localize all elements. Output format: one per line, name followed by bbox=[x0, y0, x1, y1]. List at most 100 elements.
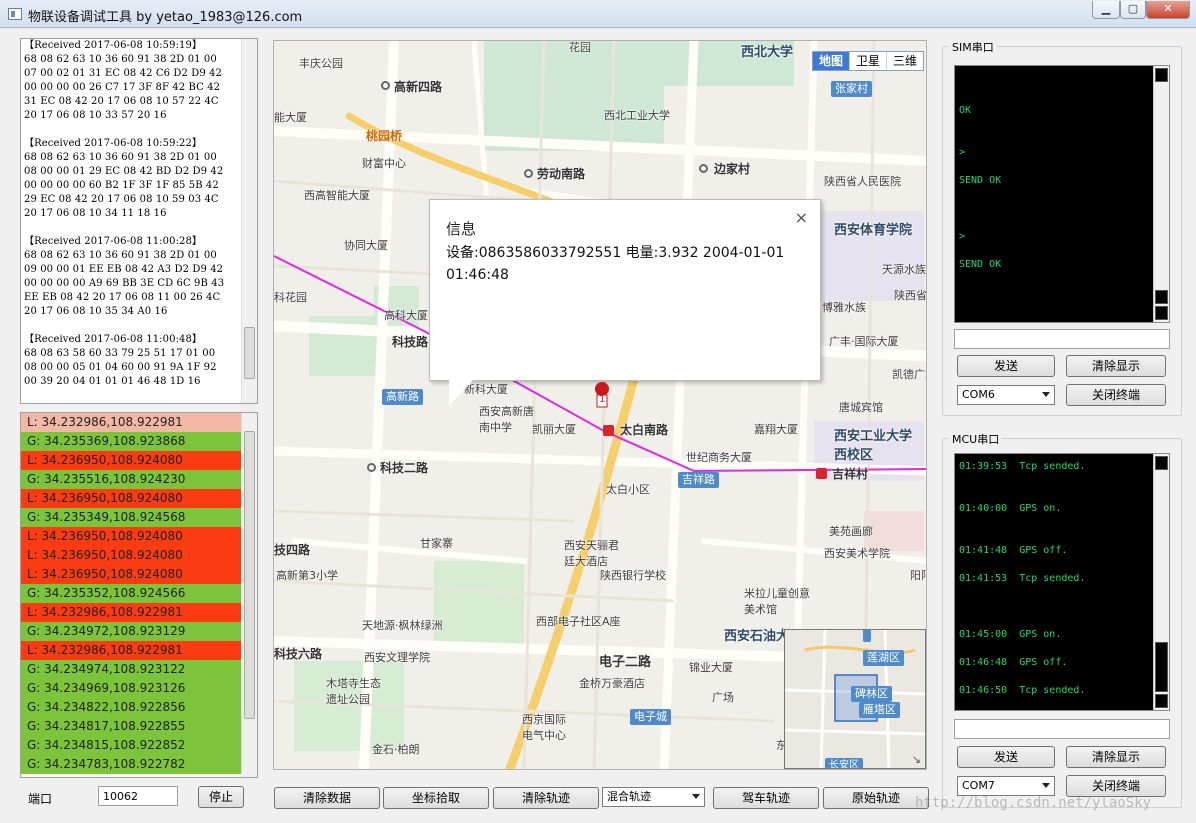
received-log-content: 【Received 2017-06-08 10:59:19】 68 08 62 6… bbox=[24, 39, 242, 403]
metro-station-icon bbox=[603, 425, 614, 436]
port-input[interactable] bbox=[98, 786, 178, 806]
coordinate-list[interactable]: L: 34.232986,108.922981 G: 34.235369,108.… bbox=[20, 412, 258, 778]
chevron-down-icon bbox=[1042, 392, 1050, 397]
log-entry-line: 20 17 06 08 10 33 57 20 16 bbox=[24, 110, 167, 121]
map-label: 张家村 bbox=[831, 81, 872, 97]
map-label: 西北大学 bbox=[741, 45, 794, 60]
mcu-serial-title: MCU串口 bbox=[949, 431, 1003, 447]
coordinate-row[interactable]: L: 34.236950,108.924080 bbox=[21, 451, 241, 470]
coordinate-row[interactable]: G: 34.234815,108.922852 bbox=[21, 736, 241, 755]
sim-terminal-scrollbar[interactable] bbox=[1153, 66, 1169, 322]
log-entry-line: 29 EC 08 42 20 17 06 08 10 59 03 4C bbox=[24, 194, 219, 205]
coordinate-row[interactable]: G: 34.235516,108.924230 bbox=[21, 470, 241, 489]
mcu-clear-button[interactable]: 清除显示 bbox=[1066, 746, 1166, 768]
received-log[interactable]: 【Received 2017-06-08 10:59:19】 68 08 62 6… bbox=[20, 38, 258, 404]
coordinate-row[interactable]: L: 34.236950,108.924080 bbox=[21, 546, 241, 565]
terminal-line: 01:41:53 Tcp sended. bbox=[959, 573, 1086, 584]
coordinate-row[interactable]: G: 34.234974,108.923122 bbox=[21, 660, 241, 679]
minimap-label: 雁塔区 bbox=[859, 702, 900, 718]
mcu-terminal-scrollbar[interactable] bbox=[1153, 454, 1169, 710]
coordinate-row[interactable]: G: 34.234783,108.922782 bbox=[21, 755, 241, 774]
stop-button[interactable]: 停止 bbox=[198, 786, 244, 808]
app-icon bbox=[8, 8, 22, 20]
map-type-3d[interactable]: 三维 bbox=[887, 52, 923, 70]
log-entry-line: 00 00 00 00 26 C7 17 3F 8F 42 BC 42 bbox=[24, 82, 221, 93]
coordinate-row[interactable]: L: 34.236950,108.924080 bbox=[21, 565, 241, 584]
log-entry: 【Received 2017-06-08 10:59:22】 68 08 62 6… bbox=[24, 137, 242, 221]
location-marker[interactable]: 1 bbox=[594, 381, 610, 409]
scroll-up-icon[interactable] bbox=[1155, 456, 1168, 470]
map-label: 电子城 bbox=[630, 709, 671, 725]
log-scroll-thumb[interactable] bbox=[244, 327, 255, 379]
map-label: 桃园桥 bbox=[366, 129, 403, 143]
raw-track-button[interactable]: 原始轨迹 bbox=[823, 787, 929, 809]
coordinate-row[interactable]: L: 34.236950,108.924080 bbox=[21, 489, 241, 508]
scroll-thumb[interactable] bbox=[1155, 290, 1168, 304]
sim-send-input[interactable] bbox=[954, 329, 1170, 349]
coordinate-row[interactable]: G: 34.235349,108.924568 bbox=[21, 508, 241, 527]
log-entry-line: 20 17 06 08 10 34 11 18 16 bbox=[24, 208, 167, 219]
log-scrollbar[interactable] bbox=[241, 39, 257, 403]
log-entry-line: 08 00 00 05 01 04 60 00 91 9A 1F 92 bbox=[24, 362, 217, 373]
pick-coordinate-button[interactable]: 坐标拾取 bbox=[383, 787, 489, 809]
coordinate-row[interactable]: G: 34.234969,108.923126 bbox=[21, 679, 241, 698]
minimap-label: 莲湖区 bbox=[863, 650, 904, 666]
mcu-port-select[interactable]: COM7 bbox=[957, 776, 1055, 796]
coords-scrollbar[interactable] bbox=[241, 413, 257, 777]
sim-close-terminal-button[interactable]: 关闭终端 bbox=[1066, 384, 1166, 406]
map-type-satellite[interactable]: 卫星 bbox=[850, 52, 888, 70]
mcu-send-button[interactable]: 发送 bbox=[957, 746, 1055, 768]
coordinate-row[interactable]: G: 34.235369,108.923868 bbox=[21, 432, 241, 451]
map-label: 高新第3小学 bbox=[276, 569, 338, 582]
popup-close-icon[interactable]: × bbox=[795, 208, 808, 227]
sim-terminal[interactable]: OK > SEND OK > SEND OK bbox=[954, 65, 1170, 323]
map-label: 西安工业大学西校区 bbox=[834, 429, 913, 463]
map-label: 陕西省人民医院 bbox=[824, 175, 901, 188]
map-type-switcher[interactable]: 地图 卫星 三维 bbox=[812, 51, 925, 71]
coordinate-row[interactable]: L: 34.232986,108.922981 bbox=[21, 413, 241, 432]
coords-scroll-thumb[interactable] bbox=[244, 431, 255, 719]
close-button[interactable]: ✕ bbox=[1146, 1, 1190, 19]
map-view[interactable]: 花园 西北大学 高新四路 丰庆公园 张家村 西北工业大学 能大厦 桃园桥 劳动南… bbox=[273, 40, 927, 770]
clear-track-button[interactable]: 清除轨迹 bbox=[493, 787, 599, 809]
coordinate-row[interactable]: G: 34.234972,108.923129 bbox=[21, 622, 241, 641]
scroll-thumb[interactable] bbox=[1155, 642, 1168, 692]
map-label: 西安文理学院 bbox=[364, 651, 430, 664]
overview-minimap[interactable]: 莲湖区 碑林区 雁塔区 长安区 ↘ bbox=[784, 629, 926, 769]
coordinate-row[interactable]: L: 34.232986,108.922981 bbox=[21, 641, 241, 660]
mcu-send-input[interactable] bbox=[954, 719, 1170, 739]
mcu-terminal[interactable]: 01:39:53 Tcp sended. 01:40:00 GPS on. 01… bbox=[954, 453, 1170, 711]
minimize-button[interactable]: ▁ bbox=[1092, 1, 1120, 19]
map-type-map[interactable]: 地图 bbox=[813, 52, 851, 70]
map-label: 西安天骊君廷大酒店 bbox=[564, 539, 619, 568]
scroll-up-icon[interactable] bbox=[1155, 68, 1168, 82]
mcu-close-terminal-button[interactable]: 关闭终端 bbox=[1066, 775, 1166, 797]
clear-data-button[interactable]: 清除数据 bbox=[274, 787, 380, 809]
sim-send-button[interactable]: 发送 bbox=[957, 355, 1055, 377]
log-entry-line: 08 00 00 01 29 EC 08 42 BD D2 D9 42 bbox=[24, 166, 224, 177]
coordinate-row[interactable]: L: 34.232986,108.922981 bbox=[21, 603, 241, 622]
map-label: 西安美术学院 bbox=[824, 547, 890, 560]
scroll-down-icon[interactable] bbox=[1155, 694, 1168, 708]
coordinate-row[interactable]: L: 34.236950,108.924080 bbox=[21, 527, 241, 546]
coordinate-row[interactable]: G: 34.235352,108.924566 bbox=[21, 584, 241, 603]
map-label: 广场 bbox=[712, 691, 734, 704]
terminal-line: 01:46:48 GPS off. bbox=[959, 657, 1068, 668]
drive-track-button[interactable]: 驾车轨迹 bbox=[713, 787, 819, 809]
terminal-line: 01:40:00 GPS on. bbox=[959, 503, 1062, 514]
track-mode-select[interactable]: 混合轨迹 bbox=[602, 787, 705, 807]
map-label: 天地源·枫林绿洲 bbox=[362, 619, 443, 632]
sim-clear-button[interactable]: 清除显示 bbox=[1066, 355, 1166, 377]
sim-port-select[interactable]: COM6 bbox=[957, 385, 1055, 405]
sim-serial-group: SIM串口 OK > SEND OK > SEND OK 发送 清除显示 COM… bbox=[942, 39, 1182, 416]
scroll-down-icon[interactable] bbox=[1155, 306, 1168, 320]
coordinate-row[interactable]: G: 34.234822,108.922856 bbox=[21, 698, 241, 717]
maximize-button[interactable]: ▢ bbox=[1120, 1, 1146, 19]
minimap-toggle-icon[interactable]: ↘ bbox=[912, 753, 921, 766]
sim-terminal-text: OK > SEND OK > SEND OK bbox=[959, 76, 1001, 272]
coordinate-row[interactable]: G: 34.234817,108.922855 bbox=[21, 717, 241, 736]
